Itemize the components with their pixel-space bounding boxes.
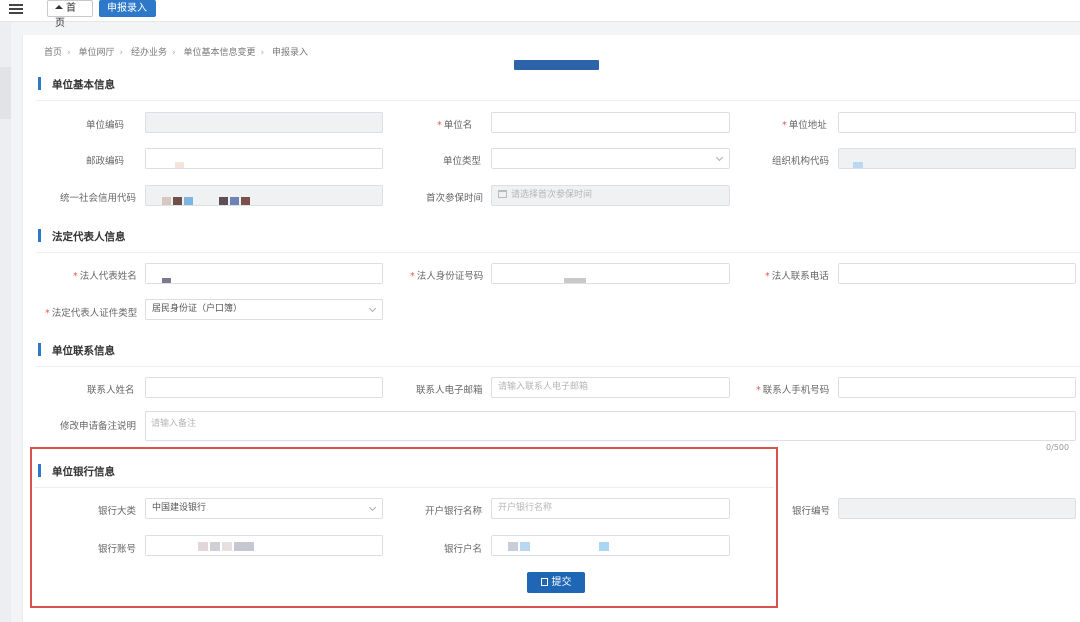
unit-name-label: * 单位名: [437, 120, 473, 131]
section-title-bank: 单位银行信息: [38, 464, 115, 479]
section-title-legal: 法定代表人信息: [38, 229, 126, 244]
org-code-label: 组织机构代码: [772, 156, 830, 167]
breadcrumb-current: 申报录入: [272, 48, 309, 58]
sidebar-handle[interactable]: [0, 67, 11, 119]
left-sidebar-strip: [0, 22, 11, 622]
hidden-top-button[interactable]: [514, 60, 599, 70]
bank-section-highlight: [30, 447, 778, 608]
top-bar: 首页 申报录入: [0, 0, 1080, 29]
home-icon: [55, 5, 63, 9]
contact-email-field[interactable]: 请输入联系人电子邮箱: [491, 377, 730, 398]
postal-code-label: 邮政编码: [86, 156, 125, 167]
org-code-field: [838, 148, 1076, 169]
legal-id-field[interactable]: [491, 263, 730, 284]
divider: [36, 252, 1080, 253]
bank-code-label: 银行编号: [792, 506, 831, 517]
cert-type-select[interactable]: 居民身份证（户口簿）: [145, 299, 383, 320]
bank-holder-field[interactable]: [491, 535, 730, 556]
breadcrumb-hall[interactable]: 单位网厅: [79, 48, 115, 58]
bank-branch-field[interactable]: 开户银行名称: [491, 498, 730, 519]
breadcrumb-change[interactable]: 单位基本信息变更: [184, 48, 256, 58]
breadcrumb: 首页 › 单位网厅 › 经办业务 › 单位基本信息变更 › 申报录入: [44, 45, 308, 58]
bank-holder-label: 银行户名: [444, 544, 483, 555]
bank-category-select[interactable]: 中国建设银行: [145, 498, 383, 519]
breadcrumb-separator-icon: ›: [172, 48, 176, 58]
contact-mobile-label: * 联系人手机号码: [756, 385, 830, 396]
chevron-down-icon: [368, 304, 377, 313]
legal-name-label: * 法人代表姓名: [73, 271, 137, 282]
menu-icon[interactable]: [9, 4, 23, 15]
submit-button[interactable]: 提交: [527, 572, 585, 593]
unit-code-field: [145, 112, 383, 133]
bank-account-field[interactable]: [145, 535, 383, 556]
credit-code-field: [145, 185, 383, 206]
bank-category-label: 银行大类: [98, 506, 137, 517]
breadcrumb-separator-icon: ›: [67, 48, 71, 58]
credit-code-label: 统一社会信用代码: [60, 193, 137, 204]
unit-address-field[interactable]: [838, 112, 1076, 133]
contact-name-label: 联系人姓名: [87, 385, 135, 396]
divider: [36, 366, 1080, 367]
legal-id-label: * 法人身份证号码: [410, 271, 484, 282]
unit-type-select[interactable]: [491, 148, 730, 169]
divider: [34, 487, 774, 488]
cert-type-label: * 法定代表人证件类型: [45, 308, 138, 319]
divider: [36, 100, 1080, 101]
breadcrumb-home[interactable]: 首页: [44, 48, 62, 58]
unit-type-label: 单位类型: [443, 156, 482, 167]
contact-mobile-field[interactable]: [838, 377, 1076, 398]
breadcrumb-separator-icon: ›: [260, 48, 265, 58]
document-icon: [540, 578, 548, 586]
bank-code-field: [838, 498, 1076, 519]
remark-textarea[interactable]: 请输入备注: [145, 411, 1076, 441]
unit-name-field[interactable]: [491, 112, 730, 133]
first-insured-label: 首次参保时间: [426, 193, 484, 204]
remark-char-counter: 0/500: [1046, 443, 1070, 452]
contact-email-label: 联系人电子邮箱: [416, 385, 483, 396]
chevron-down-icon: [368, 503, 377, 512]
tab-home[interactable]: 首页: [47, 0, 93, 29]
breadcrumb-business[interactable]: 经办业务: [131, 48, 167, 58]
chevron-down-icon: [715, 153, 724, 162]
bank-branch-label: 开户银行名称: [425, 506, 483, 517]
postal-code-field[interactable]: [145, 148, 383, 169]
unit-code-label: 单位编码: [86, 120, 125, 131]
contact-name-field[interactable]: [145, 377, 383, 398]
breadcrumb-separator-icon: ›: [119, 48, 124, 58]
remark-label: 修改申请备注说明: [60, 421, 137, 432]
legal-phone-field[interactable]: [838, 263, 1076, 284]
section-title-basic: 单位基本信息: [38, 77, 115, 92]
tab-declaration-entry[interactable]: 申报录入: [99, 0, 156, 17]
section-title-contact: 单位联系信息: [38, 343, 115, 358]
unit-address-label: * 单位地址: [782, 120, 827, 131]
calendar-icon: [498, 190, 507, 198]
first-insured-date-picker[interactable]: 请选择首次参保时间: [491, 185, 730, 206]
bank-account-label: 银行账号: [98, 544, 137, 555]
legal-phone-label: * 法人联系电话: [765, 271, 829, 282]
legal-name-field[interactable]: [145, 263, 383, 284]
